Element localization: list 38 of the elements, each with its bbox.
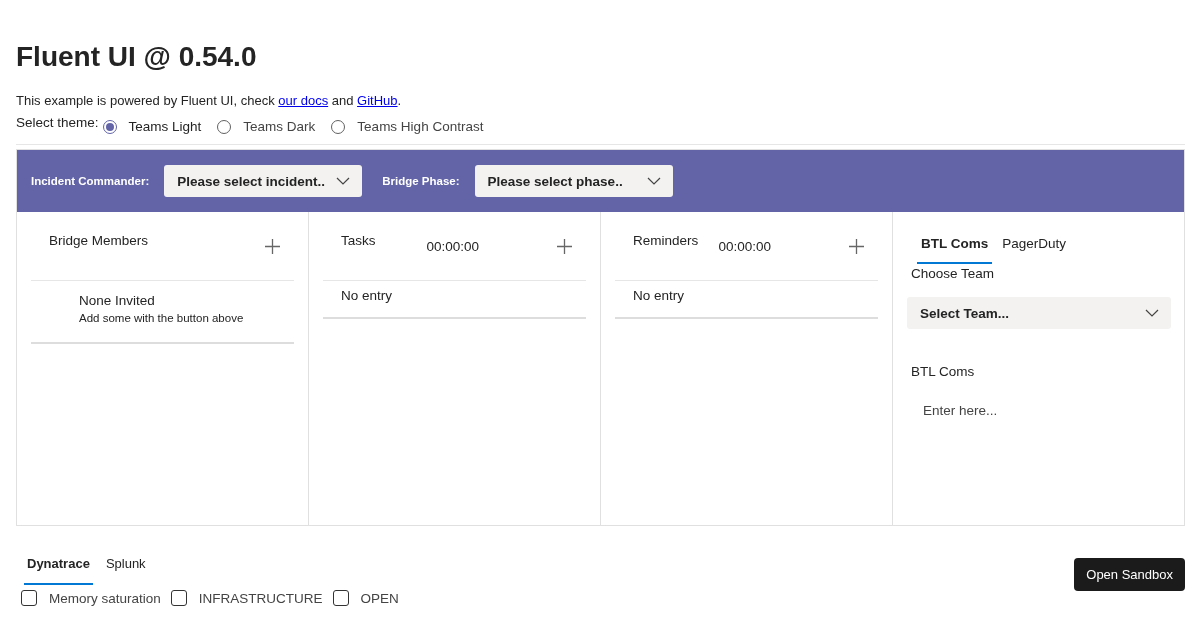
link[interactable]: GitHub: [357, 93, 398, 108]
panel-title: Bridge Members: [49, 232, 150, 248]
intro-text: This example is powered by Fluent UI, check our docs and GitHub.: [16, 93, 403, 109]
add-icon[interactable]: [265, 238, 280, 254]
panel-title: Reminders: [633, 232, 700, 248]
empty-state-title: No entry: [341, 288, 394, 303]
dropdown[interactable]: Please select phase..: [474, 165, 673, 197]
empty-state-title: None Invited: [79, 293, 156, 308]
open-sandbox-button[interactable]: Open Sandbox: [1074, 558, 1185, 591]
chevron-down-icon: [646, 177, 661, 185]
header-label: Incident Commander:: [31, 175, 150, 187]
page-title: Fluent UI @ 0.54.0: [16, 40, 258, 74]
panel-title: Tasks: [341, 232, 377, 248]
field-label: BTL Coms: [911, 364, 976, 379]
tab[interactable]: PagerDuty: [998, 230, 1071, 264]
field-label: Choose Team: [911, 266, 996, 281]
theme-radio[interactable]: Teams Dark: [217, 119, 316, 134]
filter-checkbox[interactable]: OPEN: [332, 590, 399, 606]
filter-checkbox[interactable]: Memory saturation: [21, 590, 161, 606]
empty-state-title: No entry: [633, 288, 686, 303]
theme-radio[interactable]: Teams Light: [102, 119, 202, 134]
timer: 00:00:00: [426, 238, 479, 254]
empty-state-hint: Add some with the button above: [79, 312, 245, 324]
link[interactable]: our docs: [278, 93, 329, 108]
tab[interactable]: BTL Coms: [917, 230, 993, 264]
filter-checkbox[interactable]: INFRASTRUCTURE: [170, 590, 323, 606]
add-icon[interactable]: [849, 238, 864, 254]
header-label: Bridge Phase:: [382, 175, 460, 187]
chevron-down-icon: [1145, 309, 1159, 317]
theme-radio[interactable]: Teams High Contrast: [331, 119, 484, 134]
add-icon[interactable]: [557, 238, 572, 254]
tab[interactable]: Splunk: [102, 550, 149, 585]
team-dropdown[interactable]: Select Team...: [907, 297, 1171, 329]
theme-label: Select theme:: [16, 115, 99, 130]
chevron-down-icon: [336, 177, 351, 185]
dropdown[interactable]: Please select incident..: [164, 165, 363, 197]
tab[interactable]: Dynatrace: [24, 550, 93, 585]
timer: 00:00:00: [718, 238, 771, 254]
